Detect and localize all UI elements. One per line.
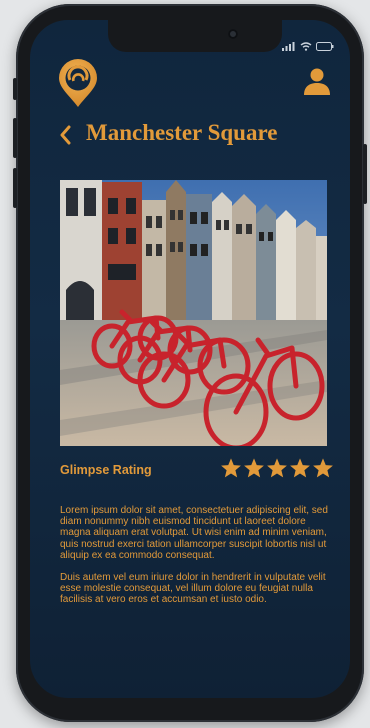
star-icon[interactable]	[266, 457, 288, 479]
description-paragraph-2: Duis autem vel eum iriure dolor in hendr…	[60, 572, 326, 606]
rating-label: Glimpse Rating	[60, 463, 152, 477]
star-icon[interactable]	[289, 457, 311, 479]
user-icon[interactable]	[302, 66, 332, 96]
chevron-left-icon[interactable]	[58, 124, 72, 146]
volume-up-button	[13, 118, 17, 158]
page-title: Manchester Square	[86, 120, 278, 145]
star-rating[interactable]	[220, 457, 334, 479]
star-icon[interactable]	[312, 457, 334, 479]
description-text: Lorem ipsum dolor sit amet, consectetuer…	[60, 505, 328, 617]
mute-switch	[13, 78, 17, 100]
star-icon[interactable]	[220, 457, 242, 479]
signal-icon	[282, 42, 295, 51]
location-pin-logo-icon[interactable]	[56, 58, 100, 108]
power-button	[363, 144, 367, 204]
status-bar	[282, 42, 334, 51]
app-screen: Manchester Square Glimpse Rating Lorem i…	[30, 20, 350, 698]
battery-icon	[316, 42, 334, 51]
description-paragraph-1: Lorem ipsum dolor sit amet, consectetuer…	[60, 505, 328, 561]
phone-notch	[108, 20, 282, 52]
volume-down-button	[13, 168, 17, 208]
red-bike-racks-photo[interactable]	[60, 180, 327, 446]
star-icon[interactable]	[243, 457, 265, 479]
wifi-icon	[300, 42, 312, 51]
front-camera	[228, 29, 238, 39]
